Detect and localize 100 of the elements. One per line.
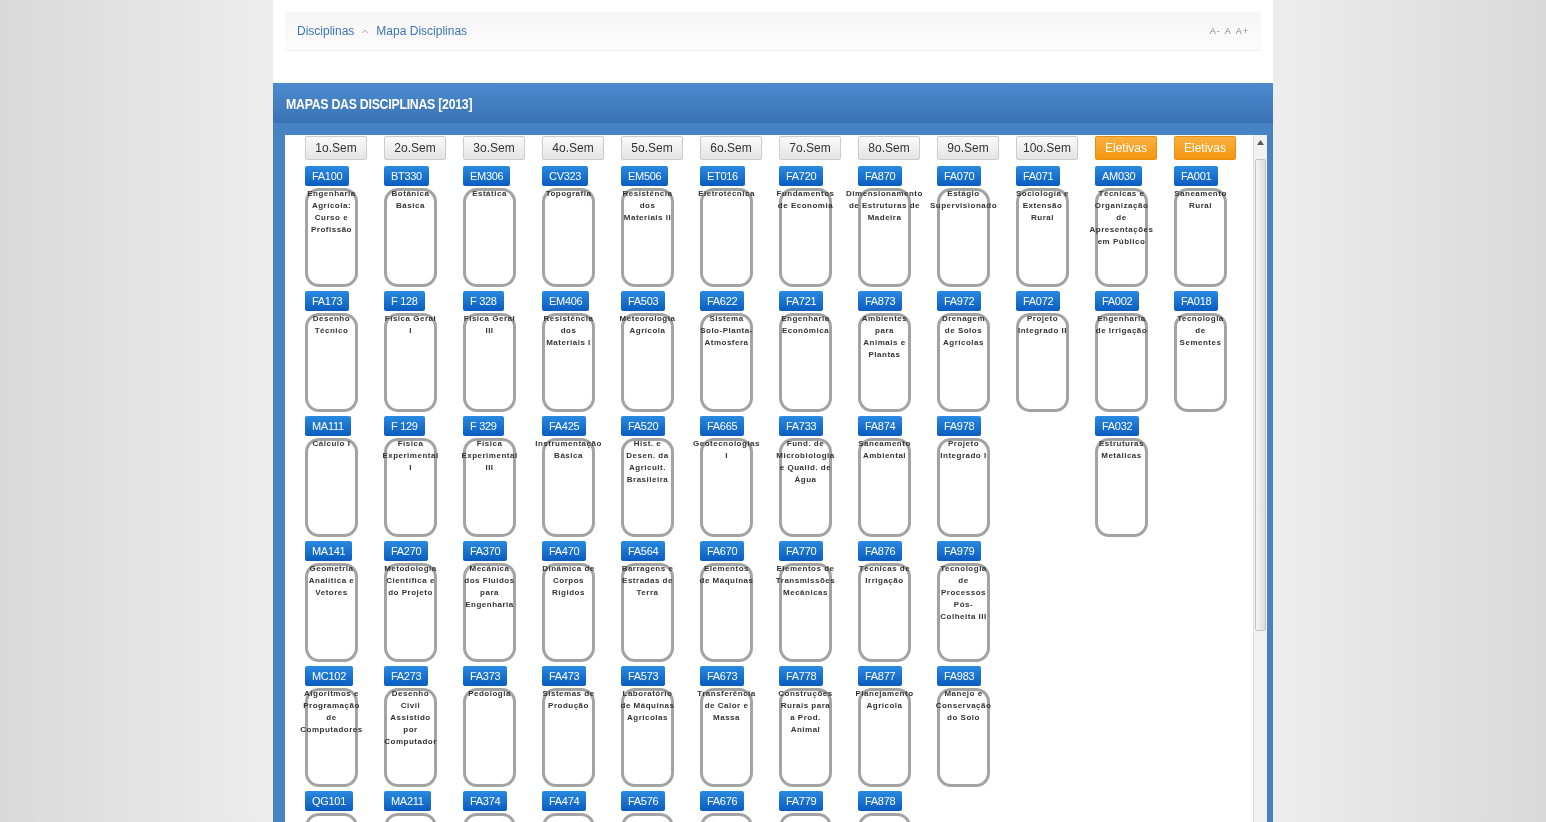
course-code-link[interactable]: F 328 (463, 291, 504, 311)
course-name: Meteorologia Agrícola (619, 313, 676, 337)
course-code-link[interactable]: FA173 (305, 291, 350, 311)
course-code-link[interactable]: FA622 (700, 291, 745, 311)
course-code-link[interactable]: FA673 (700, 666, 745, 686)
semester-button[interactable]: 2o.Sem (384, 136, 446, 160)
course-code-link[interactable]: EM406 (542, 291, 590, 311)
course-code-link[interactable]: FA520 (621, 416, 666, 436)
course-code-link[interactable]: FA001 (1174, 166, 1219, 186)
course-code-link[interactable]: FA503 (621, 291, 666, 311)
course-code-link[interactable]: F 329 (463, 416, 504, 436)
course-code-link[interactable]: BT330 (384, 166, 429, 186)
course-name: Desenho Técnico (311, 313, 352, 337)
course-code-link[interactable]: FA877 (858, 666, 903, 686)
course-code-link[interactable]: FA370 (463, 541, 508, 561)
course-name: Projeto Integrado I (939, 438, 988, 462)
course-name: Física Experimental I (382, 438, 439, 474)
course-name: Dimensionamento de Estruturas de Madeira (846, 188, 923, 224)
breadcrumb-link[interactable]: Disciplinas (297, 24, 355, 38)
semester-button[interactable]: 5o.Sem (621, 136, 683, 160)
course-code-link[interactable]: F 129 (384, 416, 425, 436)
course-name: Resistência dos Materiais I (542, 313, 595, 349)
course-code-link[interactable]: FA721 (779, 291, 824, 311)
course-code-link[interactable]: FA670 (700, 541, 745, 561)
course-name: Elementos de Transmissões Mecânicas (775, 563, 836, 599)
course-code-link[interactable]: FA270 (384, 541, 429, 561)
course-code-link[interactable]: FA878 (858, 791, 903, 811)
course-code-link[interactable]: FA876 (858, 541, 903, 561)
course-code-link[interactable]: QG101 (305, 791, 353, 811)
course-code-link[interactable]: FA778 (779, 666, 824, 686)
course-code-link[interactable]: FA474 (542, 791, 587, 811)
course-code-link[interactable]: ET016 (700, 166, 745, 186)
font-size-control[interactable]: A- (1209, 26, 1221, 36)
course-name: Elementos de Máquinas (699, 563, 754, 587)
course-name: Metodologia Científica e do Projeto (383, 563, 438, 599)
course-name: Estruturas Metálicas (1098, 438, 1145, 462)
course-code-link[interactable]: FA564 (621, 541, 666, 561)
course-code-link[interactable]: FA374 (463, 791, 508, 811)
font-size-control[interactable]: A+ (1235, 26, 1249, 36)
course-code-link[interactable]: FA733 (779, 416, 824, 436)
course-code-link[interactable]: F 128 (384, 291, 425, 311)
course-name: Hist. e Desen. da Agricult. Brasileira (625, 438, 670, 486)
semester-button[interactable]: 10o.Sem (1016, 136, 1078, 160)
course-code-link[interactable]: EM506 (621, 166, 669, 186)
course-name: Transferência de Calor e Massa (697, 688, 756, 724)
course-code-link[interactable]: FA273 (384, 666, 429, 686)
semester-button[interactable]: 4o.Sem (542, 136, 604, 160)
course-name: Mecânica dos Fluidos para Engenharia (463, 563, 516, 611)
course-code-link[interactable]: EM306 (463, 166, 511, 186)
course-code-link[interactable]: FA978 (937, 416, 982, 436)
semester-button[interactable]: 1o.Sem (305, 136, 367, 160)
course-code-link[interactable]: FA972 (937, 291, 982, 311)
course-name: Barragens e Estradas de Terra (620, 563, 675, 599)
course-code-link[interactable]: MA111 (305, 416, 351, 436)
course-code-link[interactable]: FA576 (621, 791, 666, 811)
course-code-link[interactable]: FA070 (937, 166, 982, 186)
course-name: Topografia (544, 188, 593, 200)
course-code-link[interactable]: MA141 (305, 541, 353, 561)
course-code-link[interactable]: FA770 (779, 541, 824, 561)
course-code-link[interactable]: FA373 (463, 666, 508, 686)
course-code-link[interactable]: FA720 (779, 166, 824, 186)
course-code-link[interactable]: FA983 (937, 666, 982, 686)
semester-button[interactable]: 7o.Sem (779, 136, 841, 160)
course-name: Laboratório de Máquinas Agrícolas (620, 688, 675, 724)
course-name: Estática (471, 188, 508, 200)
semester-button[interactable]: 8o.Sem (858, 136, 920, 160)
course-code-link[interactable]: MC102 (305, 666, 353, 686)
scrollbar[interactable] (1253, 135, 1267, 822)
course-code-link[interactable]: MA211 (384, 791, 431, 811)
scrollbar-thumb[interactable] (1255, 159, 1266, 631)
course-code-link[interactable]: FA002 (1095, 291, 1140, 311)
course-code-link[interactable]: FA665 (700, 416, 745, 436)
breadcrumb-link[interactable]: Mapa Disciplinas (376, 24, 468, 38)
course-code-link[interactable]: CV323 (542, 166, 589, 186)
course-code-link[interactable]: AM030 (1095, 166, 1143, 186)
course-code-link[interactable]: FA870 (858, 166, 903, 186)
course-code-link[interactable]: FA470 (542, 541, 587, 561)
course-code-link[interactable]: FA100 (305, 166, 350, 186)
course-code-link[interactable]: FA032 (1095, 416, 1140, 436)
course-code-link[interactable]: FA874 (858, 416, 903, 436)
course-name: Engenharia de Irrigação (1094, 313, 1149, 337)
course-code-link[interactable]: FA779 (779, 791, 824, 811)
course-code-link[interactable]: FA873 (858, 291, 903, 311)
course-name: Estágio Supervisionado (930, 188, 997, 212)
course-code-link[interactable]: FA573 (621, 666, 666, 686)
course-code-link[interactable]: FA071 (1016, 166, 1061, 186)
course-code-link[interactable]: FA018 (1174, 291, 1219, 311)
scroll-up-icon[interactable] (1257, 140, 1264, 145)
course-name: Técnicas e Organização de Apresentações em Público (1089, 188, 1154, 248)
course-name: Sistema Solo-Planta-Atmosfera (699, 313, 754, 349)
course-name: Ambientes para Animais e Plantas (860, 313, 909, 361)
course-code-link[interactable]: FA676 (700, 791, 745, 811)
semester-button[interactable]: 6o.Sem (700, 136, 762, 160)
course-code-link[interactable]: FA473 (542, 666, 587, 686)
semester-button[interactable]: 3o.Sem (463, 136, 525, 160)
course-code-link[interactable]: FA425 (542, 416, 587, 436)
font-size-control[interactable]: A (1224, 26, 1232, 36)
course-code-link[interactable]: FA979 (937, 541, 982, 561)
course-code-link[interactable]: FA072 (1016, 291, 1061, 311)
semester-button[interactable]: 9o.Sem (937, 136, 999, 160)
